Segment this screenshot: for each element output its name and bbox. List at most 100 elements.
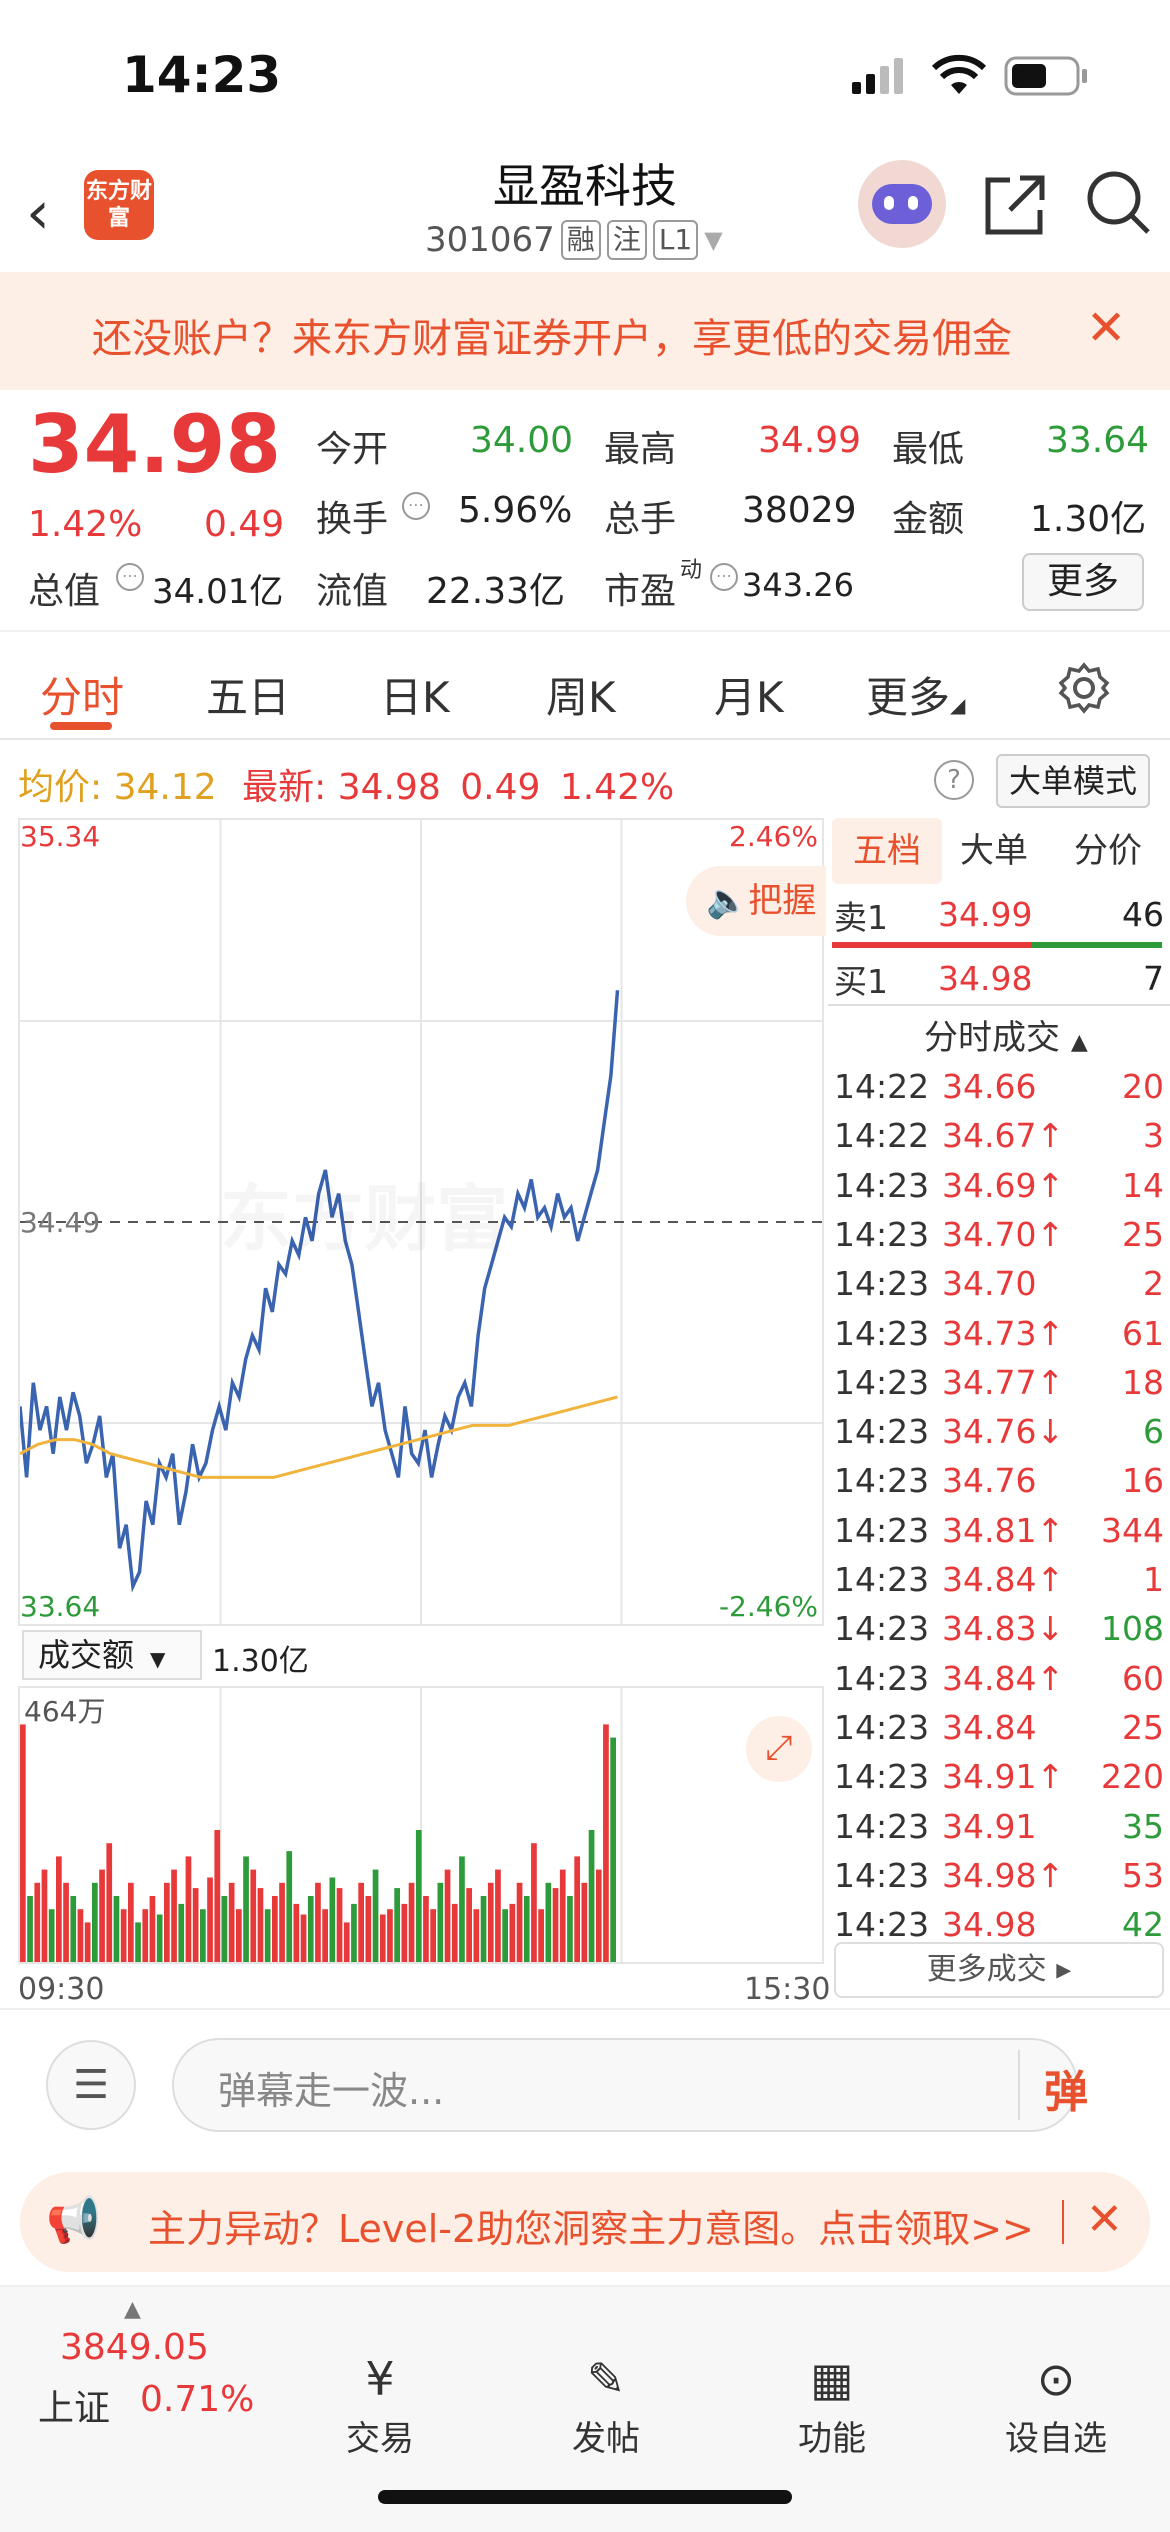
- last-pct: 1.42%: [559, 767, 675, 808]
- nav-watchlist[interactable]: ⊙ 设自选: [976, 2347, 1136, 2460]
- banner-text[interactable]: 还没账户？来东方财富证券开户，享更低的交易佣金: [92, 306, 1052, 364]
- grasp-badge[interactable]: 🔈把握: [686, 866, 826, 936]
- tick-time: 14:23: [834, 1461, 930, 1501]
- volume-bar: [41, 1869, 48, 1962]
- promo-text[interactable]: 主力异动？Level-2助您洞察主力意图。点击领取>>: [148, 2198, 1034, 2253]
- level2-promo[interactable]: 📢 主力异动？Level-2助您洞察主力意图。点击领取>> ✕: [20, 2172, 1150, 2272]
- buy1-price: 34.98: [938, 959, 1033, 998]
- x-start-label: 09:30: [18, 1972, 105, 2007]
- help-icon[interactable]: ?: [934, 760, 974, 800]
- index-name[interactable]: 上证: [38, 2379, 110, 2431]
- danmu-settings-icon[interactable]: ☰: [46, 2040, 136, 2130]
- volume-bar: [236, 1909, 242, 1962]
- nav-post[interactable]: ✎ 发帖: [526, 2347, 686, 2460]
- close-icon[interactable]: ✕: [1086, 300, 1126, 356]
- ticks-title[interactable]: 分时成交 ▲: [924, 1010, 1088, 1059]
- low-value: 33.64: [1046, 420, 1150, 461]
- volume-bar: [214, 1830, 221, 1962]
- nav-functions-label: 功能: [798, 2419, 866, 2459]
- volume-bar: [178, 1903, 185, 1962]
- volume-bar: [171, 1869, 177, 1962]
- info-icon[interactable]: ⋯: [116, 563, 144, 591]
- volume-bar: [77, 1909, 84, 1962]
- tab-intraday[interactable]: 分时: [40, 664, 124, 725]
- more-button[interactable]: 更多: [1022, 553, 1144, 611]
- search-icon[interactable]: [1084, 168, 1154, 238]
- settings-gear-icon[interactable]: [1058, 662, 1110, 714]
- volume-bar: [164, 1882, 170, 1962]
- volume-bar: [394, 1888, 400, 1962]
- tick-time: 14:23: [834, 1855, 930, 1895]
- volume-bar: [56, 1856, 62, 1962]
- chevron-down-icon: ▼: [150, 1647, 166, 1671]
- volume-bar: [264, 1909, 271, 1962]
- tick-price: 34.84↑: [942, 1560, 1065, 1599]
- volume-bar: [192, 1888, 199, 1962]
- tick-volume: 344: [1101, 1510, 1164, 1550]
- tab-five-day[interactable]: 五日: [206, 664, 290, 725]
- tab-weekly-k[interactable]: 周K: [546, 664, 616, 725]
- expand-icon[interactable]: ⤢: [746, 1716, 812, 1782]
- index-pct[interactable]: 0.71%: [140, 2379, 254, 2420]
- volume-bar: [142, 1909, 149, 1962]
- nav-functions[interactable]: ▦ 功能: [752, 2347, 912, 2460]
- volume-bar: [272, 1896, 278, 1962]
- index-value[interactable]: 3849.05: [60, 2327, 209, 2368]
- close-icon[interactable]: ✕: [1086, 2194, 1123, 2245]
- turnover-value: 5.96%: [458, 490, 573, 531]
- danmu-input[interactable]: 弹幕走一波... 弹: [172, 2038, 1088, 2132]
- volume-bar: [451, 1903, 458, 1962]
- chevron-down-icon[interactable]: ▼: [704, 226, 722, 254]
- pct-bottom-label: -2.46%: [718, 1590, 818, 1623]
- tab-five-levels[interactable]: 五档: [832, 818, 942, 884]
- intraday-chart[interactable]: 35.34 34.49 33.64 2.46% -2.46% 东方财富 🔈把握: [18, 818, 826, 1626]
- danmu-placeholder: 弹幕走一波...: [218, 2069, 445, 2113]
- tab-daily-k[interactable]: 日K: [380, 664, 450, 725]
- nav-trade[interactable]: ¥ 交易: [300, 2347, 460, 2460]
- volume-bar: [34, 1882, 41, 1962]
- tab-price-dist[interactable]: 分价: [1074, 818, 1142, 884]
- caret-up-icon[interactable]: ▲: [124, 2297, 141, 2322]
- volume-bar: [149, 1896, 156, 1962]
- more-trades-button[interactable]: 更多成交 ▸: [834, 1942, 1164, 1998]
- sell-bar: [832, 942, 1032, 948]
- volume-bar: [307, 1896, 314, 1962]
- share-icon[interactable]: [980, 170, 1050, 240]
- tick-row: 14:23 34.69↑ 14: [834, 1161, 1164, 1210]
- volume-bar: [430, 1909, 436, 1962]
- volume-bar: [401, 1903, 408, 1962]
- buy1-vol: 7: [1143, 959, 1164, 998]
- info-icon[interactable]: ⋯: [402, 492, 430, 520]
- tick-volume: 16: [1122, 1461, 1164, 1501]
- volume-bar: [336, 1888, 343, 1962]
- volume-chart[interactable]: 464万 ⤢: [18, 1686, 824, 1964]
- caret-icon: ◢: [950, 693, 966, 717]
- volume-bar: [250, 1869, 257, 1962]
- volume-bar: [221, 1896, 228, 1962]
- tick-time: 14:23: [834, 1905, 930, 1945]
- volume-bar: [415, 1830, 422, 1962]
- high-value: 34.99: [758, 420, 862, 461]
- tab-more[interactable]: 更多◢: [866, 664, 965, 725]
- tab-big-orders[interactable]: 大单: [960, 818, 1028, 884]
- more-dots-icon: ⊙: [1036, 2352, 1076, 2406]
- info-icon[interactable]: ⋯: [710, 563, 738, 591]
- tab-monthly-k[interactable]: 月K: [714, 664, 784, 725]
- tick-time: 14:23: [834, 1264, 930, 1304]
- wifi-icon: [932, 54, 986, 94]
- danmu-send-icon[interactable]: 弹: [1044, 2056, 1088, 2120]
- tick-row: 14:23 34.76 16: [834, 1456, 1164, 1505]
- volume-bar: [523, 1896, 530, 1962]
- volume-type-select[interactable]: 成交额 ▼: [22, 1630, 202, 1680]
- tick-price: 34.76↓: [942, 1412, 1065, 1452]
- tick-row: 14:23 34.76↓ 6: [834, 1407, 1164, 1456]
- volume-bar: [487, 1882, 494, 1962]
- tick-row: 14:23 34.98↑ 53: [834, 1851, 1164, 1900]
- tick-time: 14:23: [834, 1412, 930, 1452]
- volume-bar: [509, 1903, 516, 1962]
- big-order-mode-button[interactable]: 大单模式: [996, 754, 1150, 808]
- tag-registered: 注: [606, 220, 647, 260]
- tick-price: 34.98↑: [942, 1855, 1065, 1895]
- tick-time: 14:23: [834, 1806, 930, 1846]
- robot-assistant-icon[interactable]: [858, 160, 946, 248]
